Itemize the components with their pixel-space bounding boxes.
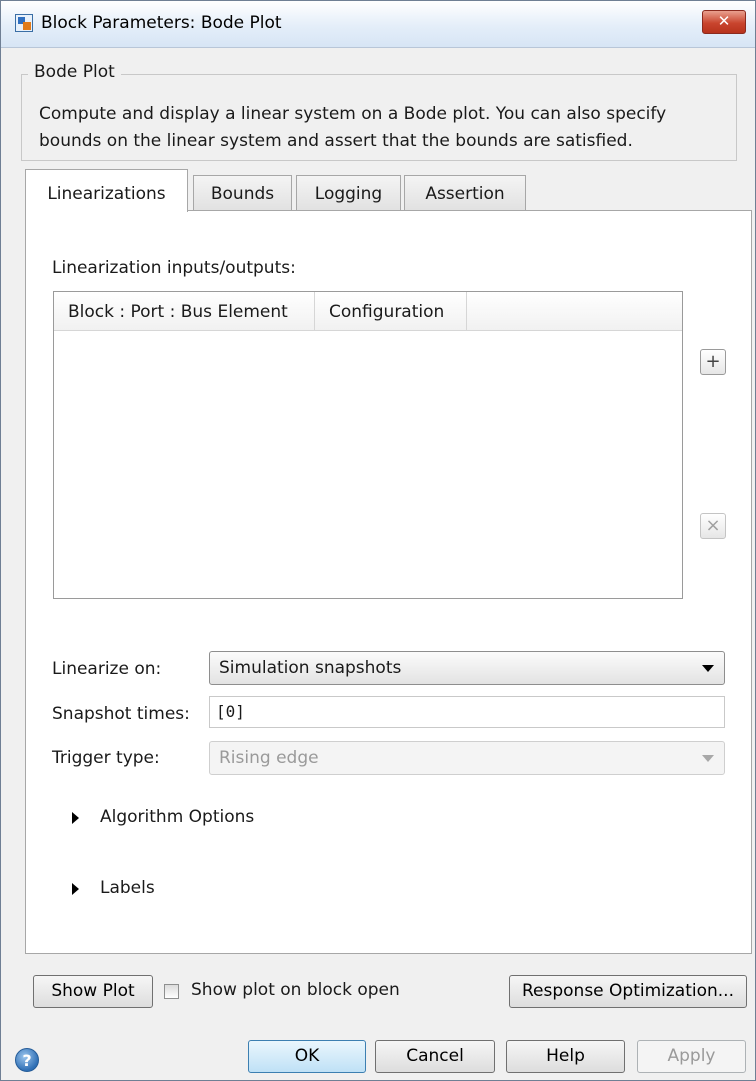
algorithm-options-expander[interactable]: Algorithm Options <box>72 807 332 829</box>
plus-icon: + <box>705 351 721 372</box>
show-plot-button[interactable]: Show Plot <box>33 975 153 1008</box>
apply-button[interactable]: Apply <box>637 1040 746 1073</box>
trigger-type-value: Rising edge <box>219 748 319 768</box>
add-io-button[interactable]: + <box>700 349 726 375</box>
cancel-button[interactable]: Cancel <box>375 1040 495 1073</box>
tab-assertion[interactable]: Assertion <box>404 175 526 211</box>
expand-triangle-icon <box>72 812 79 824</box>
labels-expander[interactable]: Labels <box>72 878 192 900</box>
simulink-block-icon <box>15 14 33 32</box>
response-optimization-button[interactable]: Response Optimization... <box>509 975 747 1008</box>
tab-bounds[interactable]: Bounds <box>193 175 292 211</box>
show-plot-on-open-label: Show plot on block open <box>191 980 400 1000</box>
chevron-down-icon <box>702 665 714 672</box>
description-line-2: bounds on the linear system and assert t… <box>39 131 633 151</box>
help-button[interactable]: Help <box>506 1040 625 1073</box>
io-label: Linearization inputs/outputs: <box>52 258 296 278</box>
trigger-type-select[interactable]: Rising edge <box>209 741 725 775</box>
remove-icon: × <box>705 515 721 536</box>
help-icon[interactable]: ? <box>15 1048 39 1072</box>
group-legend: Bode Plot <box>28 62 121 82</box>
column-header-block-port[interactable]: Block : Port : Bus Element <box>54 292 315 330</box>
dialog-window: Block Parameters: Bode Plot ✕ Bode Plot … <box>0 0 756 1081</box>
linearize-on-label: Linearize on: <box>52 659 162 679</box>
tab-logging[interactable]: Logging <box>296 175 401 211</box>
title-bar[interactable]: Block Parameters: Bode Plot ✕ <box>1 1 755 48</box>
remove-io-button[interactable]: × <box>700 513 726 539</box>
table-header: Block : Port : Bus Element Configuration <box>54 292 682 331</box>
description-line-1: Compute and display a linear system on a… <box>39 104 667 124</box>
window-title: Block Parameters: Bode Plot <box>41 13 282 33</box>
io-table[interactable]: Block : Port : Bus Element Configuration <box>53 291 683 599</box>
close-icon: ✕ <box>717 12 731 30</box>
tab-linearizations[interactable]: Linearizations <box>25 169 188 212</box>
linearize-on-select[interactable]: Simulation snapshots <box>209 651 725 685</box>
block-description: Compute and display a linear system on a… <box>39 101 739 155</box>
close-button[interactable]: ✕ <box>702 10 746 34</box>
chevron-down-icon <box>702 755 714 762</box>
labels-label: Labels <box>100 878 155 898</box>
snapshot-times-input[interactable]: [0] <box>209 696 725 728</box>
ok-button[interactable]: OK <box>248 1040 366 1073</box>
algorithm-options-label: Algorithm Options <box>100 807 255 827</box>
snapshot-times-label: Snapshot times: <box>52 704 190 724</box>
show-plot-on-open-checkbox[interactable] <box>164 984 179 999</box>
trigger-type-label: Trigger type: <box>52 748 160 768</box>
linearize-on-value: Simulation snapshots <box>219 658 402 678</box>
expand-triangle-icon <box>72 883 79 895</box>
column-header-configuration[interactable]: Configuration <box>315 292 467 330</box>
